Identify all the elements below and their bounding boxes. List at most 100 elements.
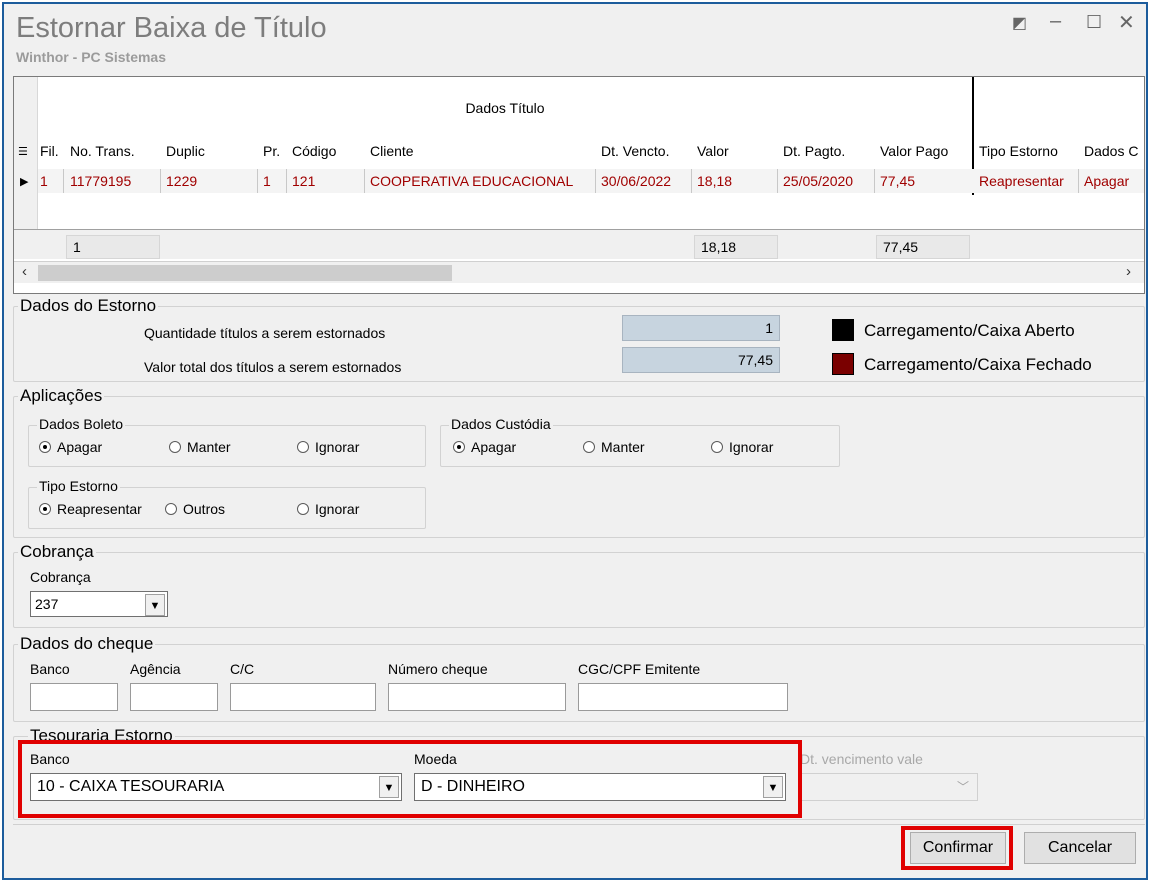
dados-custodia-legend: Dados Custódia [449,416,553,432]
col-header-dt-pagto[interactable]: Dt. Pagto. [783,143,845,159]
caixa-fechado-label: Carregamento/Caixa Fechado [864,355,1092,374]
grid-divider [874,169,875,193]
cheque-banco-input[interactable] [30,683,118,711]
tipo-estorno-group: Tipo Estorno Reapresentar Outros Ignorar [28,478,426,529]
horizontal-scrollbar[interactable]: ‹ › [14,261,1144,283]
grid-band-title: Dados Título [465,100,545,116]
scrollbar-thumb[interactable] [38,265,452,281]
cobranca-label: Cobrança [30,569,91,585]
dados-custodia-manter-radio[interactable]: Manter [583,439,645,455]
cancelar-button[interactable]: Cancelar [1024,832,1136,864]
caixa-fechado-swatch [832,353,854,375]
cell-duplic[interactable]: 1229 [166,173,197,189]
window-subtitle: Winthor - PC Sistemas [16,49,167,65]
restore-icon[interactable]: ◩ [1012,13,1027,33]
dados-boleto-ignorar-radio[interactable]: Ignorar [297,439,359,455]
grid-divider [777,169,778,193]
title-bar: Estornar Baixa de Título Winthor - PC Si… [4,4,1146,70]
col-header-valor[interactable]: Valor [697,143,729,159]
maximize-icon[interactable]: ☐ [1086,12,1102,33]
dados-custodia-ignorar-radio[interactable]: Ignorar [711,439,773,455]
grid-divider [691,169,692,193]
valor-total-field: 77,45 [622,347,780,373]
footer-divider [13,824,1145,825]
dados-cheque-legend: Dados do cheque [18,634,156,654]
dados-custodia-group: Dados Custódia Apagar Manter Ignorar [440,416,840,467]
total-valor-pago: 77,45 [876,235,970,259]
cell-dt-pagto[interactable]: 25/05/2020 [783,173,853,189]
cheque-cgc-input[interactable] [578,683,788,711]
dados-boleto-legend: Dados Boleto [37,416,126,432]
aplicacoes-group: Aplicações Dados Boleto Apagar Manter Ig… [13,386,1145,538]
column-chooser-icon[interactable]: ☰ [18,145,28,158]
close-icon[interactable]: ✕ [1118,10,1135,35]
minimize-icon[interactable]: – [1050,10,1061,33]
col-header-valor-pago[interactable]: Valor Pago [880,143,948,159]
cobranca-group: Cobrança Cobrança 237 ▼ [13,542,1145,628]
confirmar-highlight [901,826,1013,870]
dados-cheque-group: Dados do cheque Banco Agência C/C Número… [13,634,1145,722]
tipo-estorno-legend: Tipo Estorno [37,478,120,494]
tipo-estorno-ignorar-radio[interactable]: Ignorar [297,501,359,517]
window-title: Estornar Baixa de Título [16,12,327,44]
qtd-titulos-label: Quantidade títulos a serem estornados [144,325,386,341]
chevron-down-icon[interactable]: ▼ [145,594,165,616]
caixa-aberto-swatch [832,319,854,341]
tipo-estorno-reapresentar-radio[interactable]: Reapresentar [39,501,142,517]
total-fil: 1 [66,235,160,259]
scroll-right-icon[interactable]: › [1126,263,1131,280]
grid-divider [286,169,287,193]
cobranca-value: 237 [35,596,59,612]
tesouraria-highlight [18,740,802,818]
cheque-agencia-input[interactable] [130,683,218,711]
col-header-dt-vencto[interactable]: Dt. Vencto. [601,143,669,159]
cheque-numero-label: Número cheque [388,661,488,677]
cell-dt-vencto[interactable]: 30/06/2022 [601,173,671,189]
cell-fil[interactable]: 1 [40,173,48,189]
cell-cliente[interactable]: COOPERATIVA EDUCACIONAL [370,173,573,189]
cobranca-select[interactable]: 237 ▼ [30,591,168,617]
cobranca-legend: Cobrança [18,542,96,562]
tipo-estorno-outros-radio[interactable]: Outros [165,501,225,517]
grid-divider [595,169,596,193]
cell-valor[interactable]: 18,18 [697,173,732,189]
dados-custodia-apagar-radio[interactable]: Apagar [453,439,516,455]
total-valor: 18,18 [694,235,778,259]
cell-no-trans[interactable]: 11779195 [70,173,131,189]
dados-boleto-group: Dados Boleto Apagar Manter Ignorar [28,416,426,467]
cell-pr[interactable]: 1 [263,173,271,189]
col-header-no-trans[interactable]: No. Trans. [70,143,135,159]
current-row-indicator-icon: ▶ [20,176,29,188]
caixa-aberto-label: Carregamento/Caixa Aberto [864,321,1075,340]
cell-tipo-estorno[interactable]: Reapresentar [979,173,1064,189]
grid-divider [364,169,365,193]
col-header-duplic[interactable]: Duplic [166,143,205,159]
scroll-left-icon[interactable]: ‹ [22,263,27,280]
cheque-banco-label: Banco [30,661,70,677]
cell-codigo[interactable]: 121 [292,173,315,189]
grid-totals-row: 1 18,18 77,45 [14,229,1144,259]
cell-valor-pago[interactable]: 77,45 [880,173,915,189]
dados-boleto-apagar-radio[interactable]: Apagar [39,439,102,455]
cheque-numero-input[interactable] [388,683,566,711]
cell-dados-c[interactable]: Apagar [1084,173,1129,189]
cheque-agencia-label: Agência [130,661,181,677]
col-header-cliente[interactable]: Cliente [370,143,414,159]
dados-boleto-manter-radio[interactable]: Manter [169,439,231,455]
col-header-dados-c[interactable]: Dados C [1084,143,1138,159]
dialog-window: Estornar Baixa de Título Winthor - PC Si… [2,2,1148,880]
titles-grid[interactable]: Dados Título ☰ Fil. No. Trans. Duplic Pr… [13,76,1145,294]
aplicacoes-legend: Aplicações [18,386,105,406]
grid-divider [257,169,258,193]
dados-estorno-legend: Dados do Estorno [18,296,159,316]
col-header-fil[interactable]: Fil. [40,143,59,159]
col-header-codigo[interactable]: Código [292,143,336,159]
grid-divider [1078,169,1079,193]
col-header-pr[interactable]: Pr. [263,143,280,159]
dados-estorno-group: Dados do Estorno Quantidade títulos a se… [13,296,1145,382]
vencimento-vale-select: ﹀ [800,773,978,801]
cheque-cc-input[interactable] [230,683,376,711]
col-header-tipo-estorno[interactable]: Tipo Estorno [979,143,1058,159]
valor-total-label: Valor total dos títulos a serem estornad… [144,359,402,375]
vencimento-vale-label: Dt. vencimento vale [800,751,923,767]
